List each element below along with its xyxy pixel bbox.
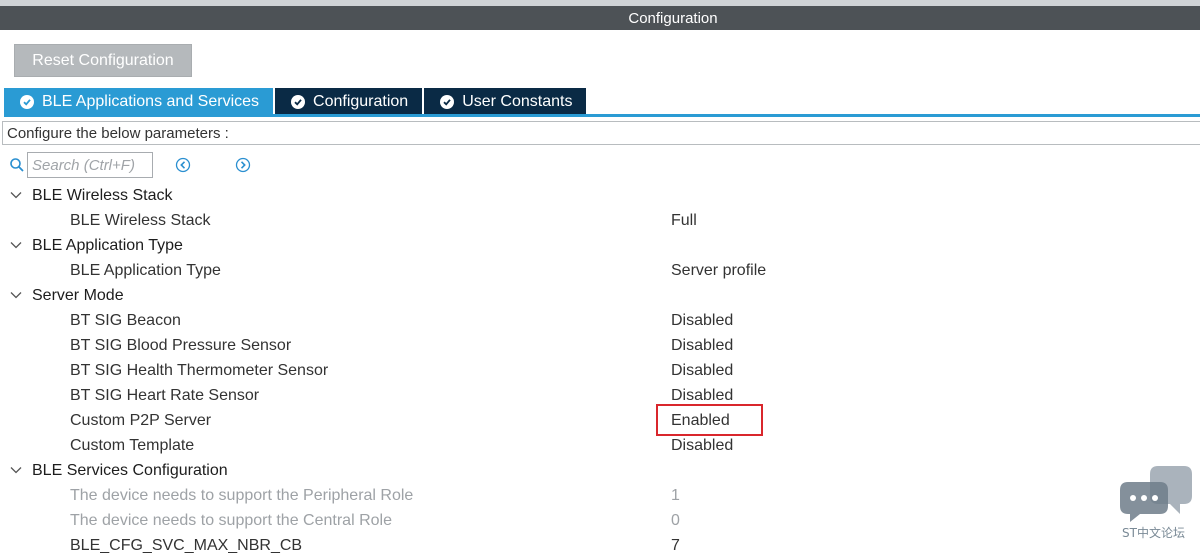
tree-row-bt-sig-heart-rate-sensor[interactable]: BT SIG Heart Rate Sensor Disabled — [0, 383, 1200, 408]
tree-row-peripheral-role: The device needs to support the Peripher… — [0, 483, 1200, 508]
instruction-label: Configure the below parameters : — [2, 121, 1200, 145]
param-name: BLE Application Type — [70, 262, 221, 279]
param-value: 1 — [671, 487, 680, 504]
param-name: The device needs to support the Peripher… — [70, 487, 414, 504]
param-name: BT SIG Heart Rate Sensor — [70, 387, 260, 404]
tree-row-custom-template[interactable]: Custom Template Disabled — [0, 433, 1200, 458]
param-value[interactable]: Disabled — [671, 387, 733, 405]
check-circle-icon — [20, 94, 34, 109]
param-name: Custom Template — [70, 437, 195, 454]
next-match-button[interactable] — [235, 157, 251, 173]
param-value: 0 — [671, 512, 680, 529]
tree-row-ble-cfg-svc-max-nbr-cb[interactable]: BLE_CFG_SVC_MAX_NBR_CB 7 — [0, 533, 1200, 558]
enabled-highlight-box — [656, 404, 763, 436]
tab-label: BLE Applications and Services — [42, 92, 260, 110]
tree-row-custom-p2p-server[interactable]: Custom P2P Server Enabled — [0, 408, 1200, 433]
param-value[interactable]: Disabled — [671, 437, 733, 455]
tab-configuration[interactable]: Configuration — [275, 88, 423, 115]
group-label: Server Mode — [32, 287, 124, 304]
tree-row-ble-application-type[interactable]: BLE Application Type Server profile — [0, 258, 1200, 283]
tree-row-bt-sig-beacon[interactable]: BT SIG Beacon Disabled — [0, 308, 1200, 333]
check-circle-icon — [440, 94, 455, 109]
chevron-down-icon[interactable] — [10, 466, 22, 474]
chevron-down-icon[interactable] — [10, 191, 22, 199]
chevron-down-icon[interactable] — [10, 241, 22, 249]
tree-row-bt-sig-health-thermometer-sensor[interactable]: BT SIG Health Thermometer Sensor Disable… — [0, 358, 1200, 383]
param-value[interactable]: Disabled — [671, 312, 733, 330]
tab-underline — [4, 114, 1200, 117]
previous-match-button[interactable] — [175, 157, 191, 173]
group-label: BLE Application Type — [32, 237, 183, 254]
watermark-text: ST中文论坛 — [1122, 526, 1185, 540]
chevron-down-icon[interactable] — [10, 291, 22, 299]
param-value[interactable]: Disabled — [671, 337, 733, 355]
window-title: Configuration — [628, 9, 718, 27]
param-value[interactable]: 7 — [671, 537, 680, 555]
tree-row-central-role: The device needs to support the Central … — [0, 508, 1200, 533]
param-name: BT SIG Blood Pressure Sensor — [70, 337, 292, 354]
parameter-tree: BLE Wireless Stack BLE Wireless Stack Fu… — [0, 183, 1200, 558]
tree-group-ble-services-configuration[interactable]: BLE Services Configuration — [0, 458, 1200, 483]
window-title-bar: Configuration — [0, 6, 1200, 30]
param-name: BT SIG Health Thermometer Sensor — [70, 362, 329, 379]
param-name: The device needs to support the Central … — [70, 512, 392, 529]
param-value[interactable]: Full — [671, 212, 697, 230]
param-name: BT SIG Beacon — [70, 312, 181, 329]
param-value[interactable]: Disabled — [671, 362, 733, 380]
param-value[interactable]: Server profile — [671, 262, 766, 280]
tree-group-server-mode[interactable]: Server Mode — [0, 283, 1200, 308]
group-label: BLE Wireless Stack — [32, 187, 173, 204]
group-label: BLE Services Configuration — [32, 462, 228, 479]
tree-group-ble-wireless-stack[interactable]: BLE Wireless Stack — [0, 183, 1200, 208]
check-circle-icon — [291, 94, 306, 109]
search-icon — [10, 158, 24, 172]
tree-row-ble-wireless-stack[interactable]: BLE Wireless Stack Full — [0, 208, 1200, 233]
tree-row-bt-sig-blood-pressure-sensor[interactable]: BT SIG Blood Pressure Sensor Disabled — [0, 333, 1200, 358]
tab-user-constants[interactable]: User Constants — [424, 88, 587, 115]
tab-label: User Constants — [462, 92, 573, 110]
reset-configuration-button[interactable]: Reset Configuration — [14, 44, 192, 77]
param-name: BLE_CFG_SVC_MAX_NBR_CB — [70, 537, 303, 554]
search-input[interactable] — [27, 152, 153, 178]
chat-bubbles-icon — [1120, 466, 1192, 522]
watermark: ST中文论坛 — [1118, 462, 1194, 542]
param-name: Custom P2P Server — [70, 412, 212, 429]
tab-bar: BLE Applications and Services Configurat… — [4, 88, 588, 116]
tab-label: Configuration — [313, 92, 409, 110]
param-name: BLE Wireless Stack — [70, 212, 211, 229]
tab-ble-applications-and-services[interactable]: BLE Applications and Services — [4, 88, 274, 115]
tree-group-ble-application-type[interactable]: BLE Application Type — [0, 233, 1200, 258]
